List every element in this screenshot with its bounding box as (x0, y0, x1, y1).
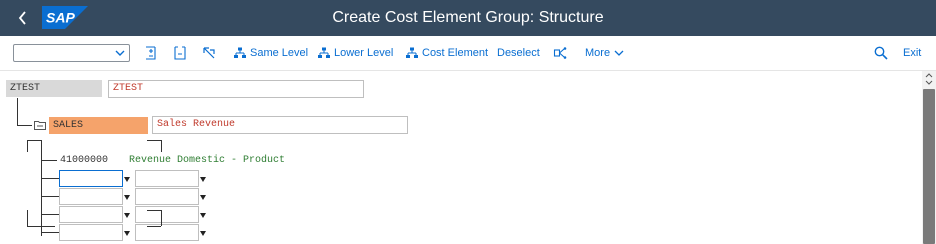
entry-from-field[interactable] (59, 206, 123, 223)
expand-icon[interactable] (143, 45, 159, 61)
lower-level-button[interactable]: Lower Level (318, 44, 393, 62)
dropdown-arrow-icon[interactable] (124, 177, 130, 182)
entry-to-field[interactable] (135, 206, 199, 223)
collapse-icon[interactable] (172, 45, 188, 61)
tree-connector (27, 140, 41, 141)
hierarchy-icon (234, 47, 246, 58)
vertical-scrollbar[interactable] (922, 71, 936, 244)
tree-connector (161, 210, 162, 226)
tree-connector (41, 232, 59, 233)
scrollbar-thumb[interactable] (923, 89, 935, 244)
tree-connector (41, 140, 42, 236)
exit-button[interactable]: Exit (903, 44, 921, 62)
tree-connector (27, 140, 28, 152)
chevron-down-icon (614, 50, 624, 56)
tree-root-description[interactable]: ZTEST (108, 80, 364, 98)
dropdown-arrow-icon[interactable] (124, 195, 130, 200)
tree-connector (41, 160, 57, 161)
dropdown-arrow-icon[interactable] (200, 177, 206, 182)
hierarchy-icon (318, 47, 330, 58)
tree-connector (147, 226, 161, 227)
command-field-select[interactable] (13, 44, 130, 62)
select-subtree-icon[interactable] (201, 45, 217, 61)
hierarchy-icon (406, 47, 418, 58)
chevron-up-down-icon[interactable] (925, 73, 933, 85)
deselect-label: Deselect (497, 47, 540, 59)
entry-from-field[interactable] (59, 188, 123, 205)
tree-connector (27, 226, 55, 227)
exit-label: Exit (903, 47, 922, 59)
cost-element-id[interactable]: 41000000 (56, 152, 124, 169)
tree-connector (147, 210, 161, 211)
tree-connector (27, 210, 28, 226)
dropdown-arrow-icon[interactable] (124, 231, 130, 236)
page-title: Create Cost Element Group: Structure (332, 9, 604, 26)
tree-connector (161, 140, 162, 152)
tree-root-id[interactable]: ZTEST (6, 80, 102, 97)
dropdown-arrow-icon[interactable] (124, 213, 130, 218)
deselect-button[interactable]: Deselect (497, 44, 540, 62)
shell-bar: SAP Create Cost Element Group: Structure (0, 0, 936, 36)
tree-connector (41, 214, 59, 215)
entry-from-field[interactable] (59, 224, 123, 241)
tree-group-id[interactable]: SALES (49, 117, 148, 134)
structure-tree: ZTEST ZTEST SALES Sales Revenue 41000000… (0, 71, 936, 244)
toolbar: Same Level Lower Level Cost Element Dese… (0, 36, 936, 71)
cost-element-button[interactable]: Cost Element (406, 44, 488, 62)
entry-to-field[interactable] (135, 188, 199, 205)
dropdown-arrow-icon[interactable] (200, 231, 206, 236)
dropdown-arrow-icon[interactable] (200, 213, 206, 218)
tree-group-description[interactable]: Sales Revenue (152, 116, 408, 134)
share-icon[interactable] (553, 45, 569, 61)
tree-connector (41, 196, 59, 197)
dropdown-arrow-icon[interactable] (200, 195, 206, 200)
more-button[interactable]: More (585, 44, 624, 62)
tree-connector (17, 98, 18, 125)
same-level-label: Same Level (250, 47, 309, 59)
same-level-button[interactable]: Same Level (234, 44, 308, 62)
cost-element-description[interactable]: Revenue Domestic - Product (125, 152, 325, 169)
entry-from-field[interactable] (59, 170, 123, 187)
more-label: More (585, 47, 611, 59)
search-icon[interactable] (873, 45, 889, 61)
chevron-down-icon (115, 50, 125, 56)
entry-to-field[interactable] (135, 224, 199, 241)
cost-element-label: Cost Element (422, 47, 489, 59)
tree-connector (17, 125, 32, 126)
folder-icon[interactable] (34, 120, 46, 130)
entry-to-field[interactable] (135, 170, 199, 187)
tree-connector (41, 178, 59, 179)
tree-connector (147, 140, 161, 141)
lower-level-label: Lower Level (334, 47, 394, 59)
